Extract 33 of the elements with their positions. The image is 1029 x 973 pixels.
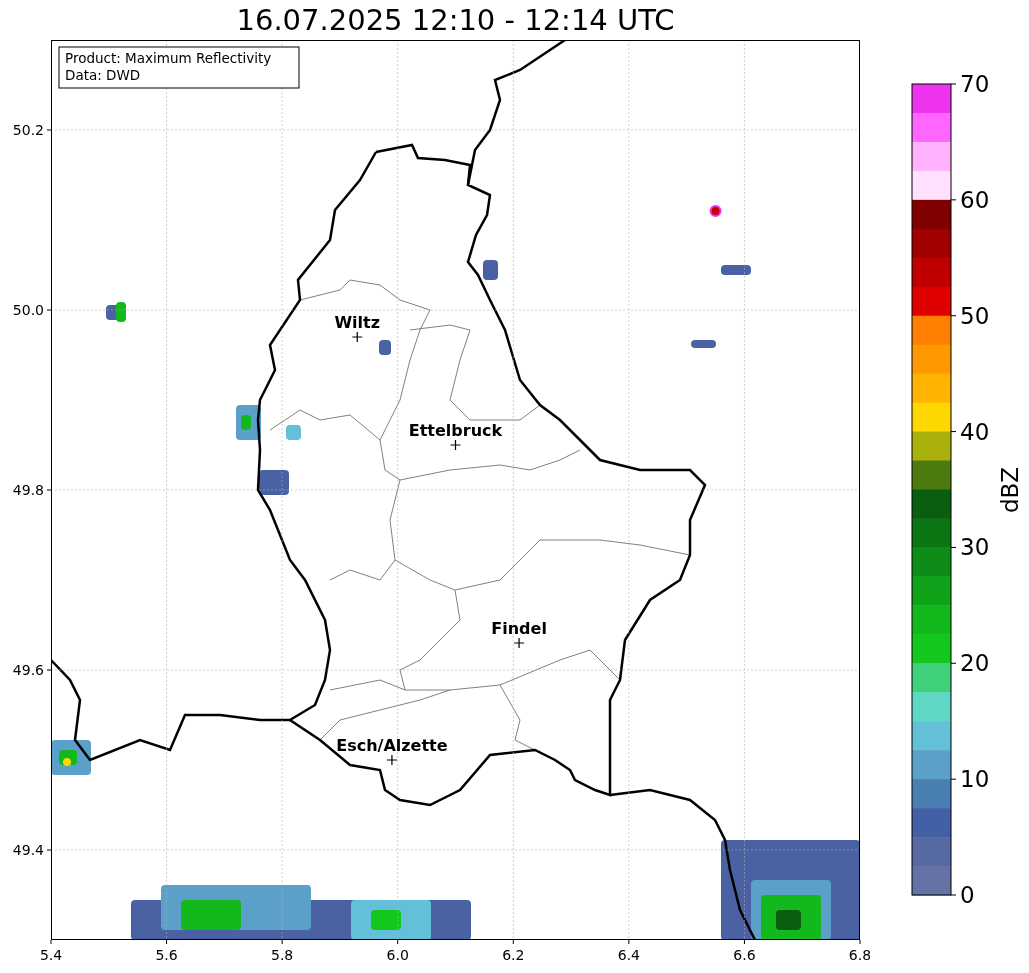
colorbar-label: dBZ: [997, 466, 1023, 514]
info-text: Product: Maximum Reflectivity: [65, 50, 272, 66]
colorbar-tick-label: 60: [960, 186, 990, 213]
x-tick-label: 6.8: [848, 947, 870, 963]
x-tick-label: 6.0: [386, 947, 409, 963]
colorbar-tick-label: 40: [960, 418, 990, 445]
city-label: Wiltz: [334, 313, 381, 332]
colorbar-tick-label: 10: [960, 766, 990, 793]
x-tick-label: 6.6: [733, 947, 756, 963]
city-marker: [351, 331, 363, 343]
y-tick-label: 49.8: [12, 482, 44, 498]
x-tick-label: 5.8: [271, 947, 294, 963]
colorbar-tick-label: 20: [960, 650, 990, 677]
city-marker: [513, 637, 525, 649]
colorbar-tick-label: 70: [960, 71, 990, 97]
x-tick-label: 6.4: [617, 947, 640, 963]
x-tick-label: 5.6: [155, 947, 178, 963]
city-label: Ettelbruck: [408, 421, 503, 440]
city-marker: [386, 754, 398, 766]
city-label: Findel: [491, 619, 547, 638]
y-tick-label: 50.2: [12, 122, 44, 138]
colorbar-tick-label: 50: [960, 302, 990, 329]
chart-title: 16.07.2025 12:10 - 12:14 UTC: [236, 5, 675, 35]
y-tick-label: 49.4: [12, 842, 44, 858]
colorbar-tick-label: 30: [960, 534, 990, 561]
y-tick-label: 49.6: [12, 662, 44, 678]
colorbar-tick-label: 0: [960, 882, 975, 908]
x-tick-label: 6.2: [502, 947, 525, 963]
city-label: Esch/Alzette: [336, 736, 448, 755]
city-marker: [449, 439, 462, 451]
y-tick-label: 50.0: [12, 302, 44, 318]
info-text: Data: DWD: [65, 67, 141, 83]
x-tick-label: 5.4: [39, 947, 63, 963]
